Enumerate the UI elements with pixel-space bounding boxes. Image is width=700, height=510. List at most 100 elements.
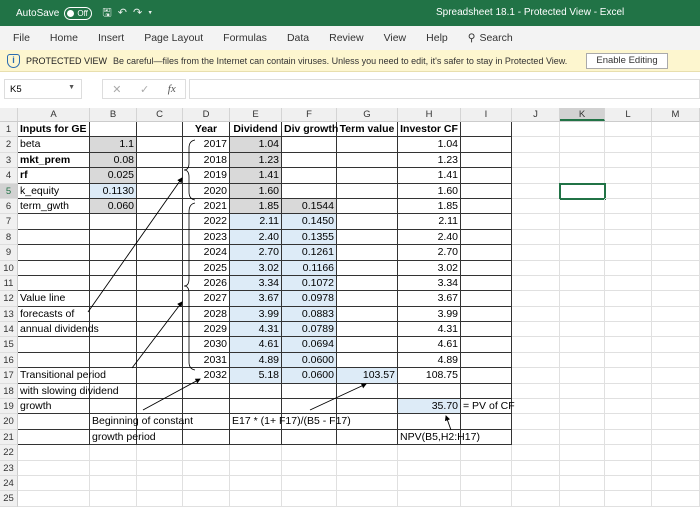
cell-D9[interactable]: 2024 — [183, 245, 230, 261]
cell-K24[interactable] — [560, 475, 605, 492]
cell-G12[interactable] — [337, 291, 398, 307]
tab-insert[interactable]: Insert — [98, 32, 124, 44]
cell-K19[interactable] — [560, 399, 605, 415]
cell-A20[interactable] — [18, 414, 90, 430]
cell-F19[interactable] — [282, 399, 337, 415]
row-header[interactable]: 13 — [0, 306, 18, 323]
cell-J10[interactable] — [512, 260, 560, 276]
cell-I19[interactable]: = PV of CF — [461, 399, 515, 415]
cell-F6[interactable]: 0.1544 — [282, 198, 337, 215]
cell-H19[interactable]: 35.70 — [398, 399, 461, 415]
cell-I18[interactable] — [461, 383, 512, 400]
cell-L14[interactable] — [605, 322, 652, 338]
cell-M2[interactable] — [652, 137, 700, 153]
row-header[interactable]: 6 — [0, 198, 18, 215]
cell-K18[interactable] — [560, 383, 605, 400]
column-header-D[interactable]: D — [183, 108, 230, 121]
cell-L16[interactable] — [605, 352, 652, 369]
cell-F18[interactable] — [282, 383, 337, 400]
cell-E6[interactable]: 1.85 — [230, 198, 282, 215]
cell-L17[interactable] — [605, 368, 652, 384]
cell-D6[interactable]: 2021 — [183, 198, 230, 215]
cell-E16[interactable]: 4.89 — [230, 352, 282, 369]
cell-E17[interactable]: 5.18 — [230, 368, 282, 384]
cell-H23[interactable] — [398, 460, 461, 476]
cell-L20[interactable] — [605, 414, 652, 430]
cell-E22[interactable] — [230, 445, 282, 461]
cell-J1[interactable] — [512, 122, 560, 138]
cell-I6[interactable] — [461, 198, 512, 215]
cell-H17[interactable]: 108.75 — [398, 368, 461, 384]
cell-B25[interactable] — [90, 491, 137, 507]
cell-G14[interactable] — [337, 322, 398, 338]
cell-B8[interactable] — [90, 229, 137, 246]
cell-J15[interactable] — [512, 337, 560, 353]
cell-F1[interactable]: Div growth — [282, 122, 338, 138]
cell-A2[interactable]: beta — [18, 137, 90, 153]
cell-A21[interactable] — [18, 429, 90, 446]
column-header-B[interactable]: B — [90, 108, 137, 121]
cell-K4[interactable] — [560, 168, 605, 184]
cell-H22[interactable] — [398, 445, 461, 461]
cell-K20[interactable] — [560, 414, 605, 430]
cell-G22[interactable] — [337, 445, 398, 461]
cell-B3[interactable]: 0.08 — [90, 152, 137, 169]
cell-H25[interactable] — [398, 491, 461, 507]
fx-icon[interactable]: fx — [168, 83, 176, 95]
cell-J11[interactable] — [512, 275, 560, 292]
cell-I14[interactable] — [461, 322, 512, 338]
column-header-I[interactable]: I — [461, 108, 512, 121]
cell-J23[interactable] — [512, 460, 560, 476]
cell-E9[interactable]: 2.70 — [230, 245, 282, 261]
cell-M24[interactable] — [652, 475, 700, 492]
cell-J7[interactable] — [512, 214, 560, 230]
cell-C24[interactable] — [137, 475, 183, 492]
cell-H16[interactable]: 4.89 — [398, 352, 461, 369]
cell-L13[interactable] — [605, 306, 652, 323]
cell-G19[interactable] — [337, 399, 398, 415]
cell-F9[interactable]: 0.1261 — [282, 245, 337, 261]
cell-G15[interactable] — [337, 337, 398, 353]
cell-G13[interactable] — [337, 306, 398, 323]
cell-C8[interactable] — [137, 229, 183, 246]
cell-F2[interactable] — [282, 137, 337, 153]
cell-G4[interactable] — [337, 168, 398, 184]
cell-M12[interactable] — [652, 291, 700, 307]
cell-M7[interactable] — [652, 214, 700, 230]
cell-D24[interactable] — [183, 475, 230, 492]
cell-C7[interactable] — [137, 214, 183, 230]
cell-C11[interactable] — [137, 275, 183, 292]
cell-L9[interactable] — [605, 245, 652, 261]
cell-A6[interactable]: term_gwth — [18, 198, 90, 215]
cell-E7[interactable]: 2.11 — [230, 214, 282, 230]
cell-K9[interactable] — [560, 245, 605, 261]
cell-F7[interactable]: 0.1450 — [282, 214, 337, 230]
cell-J20[interactable] — [512, 414, 560, 430]
cell-K8[interactable] — [560, 229, 605, 246]
cell-G10[interactable] — [337, 260, 398, 276]
cell-C4[interactable] — [137, 168, 183, 184]
cell-D23[interactable] — [183, 460, 230, 476]
cell-C18[interactable] — [137, 383, 183, 400]
cell-M13[interactable] — [652, 306, 700, 323]
cell-A4[interactable]: rf — [18, 168, 90, 184]
cell-F12[interactable]: 0.0978 — [282, 291, 337, 307]
cell-I16[interactable] — [461, 352, 512, 369]
tab-view[interactable]: View — [384, 32, 407, 44]
cell-G11[interactable] — [337, 275, 398, 292]
cell-J8[interactable] — [512, 229, 560, 246]
row-header[interactable]: 5 — [0, 183, 18, 199]
cell-D21[interactable] — [183, 429, 230, 446]
cell-A13[interactable]: forecasts of — [18, 306, 90, 323]
cell-L8[interactable] — [605, 229, 652, 246]
cell-A17[interactable]: Transitional period — [18, 368, 106, 384]
cell-M10[interactable] — [652, 260, 700, 276]
column-header-C[interactable]: C — [137, 108, 183, 121]
cell-B9[interactable] — [90, 245, 137, 261]
cell-H14[interactable]: 4.31 — [398, 322, 461, 338]
row-header[interactable]: 17 — [0, 368, 18, 384]
cell-E23[interactable] — [230, 460, 282, 476]
cell-F8[interactable]: 0.1355 — [282, 229, 337, 246]
cell-H7[interactable]: 2.11 — [398, 214, 461, 230]
tab-formulas[interactable]: Formulas — [223, 32, 267, 44]
